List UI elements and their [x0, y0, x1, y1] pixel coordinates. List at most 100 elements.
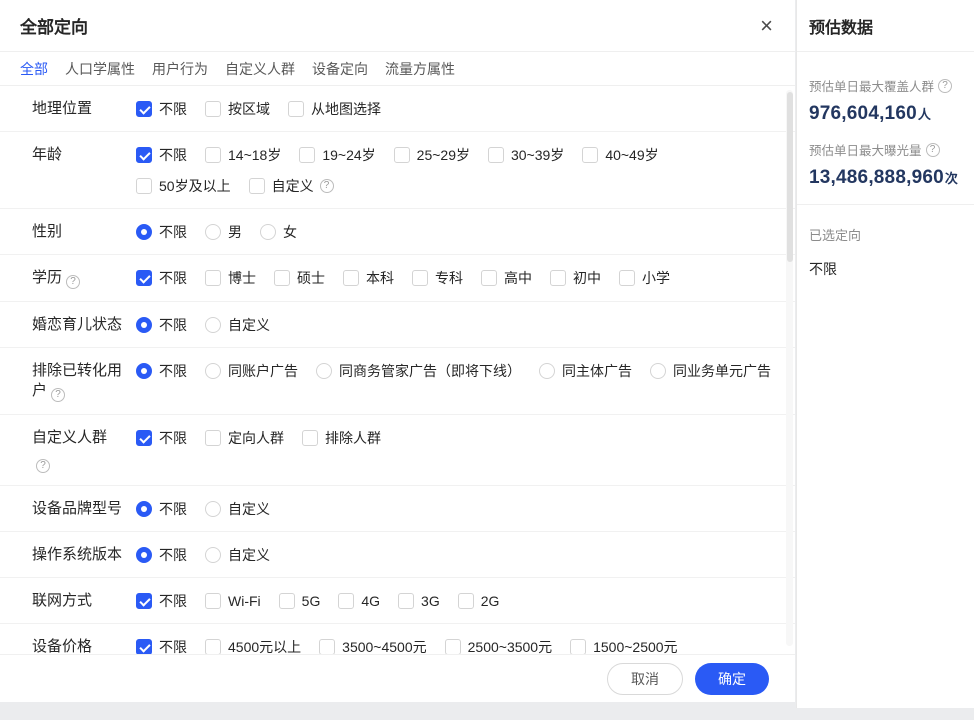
checkbox-control[interactable] [338, 593, 354, 609]
checkbox-option[interactable]: 4500元以上 [205, 637, 301, 654]
checkbox-control[interactable] [136, 178, 152, 194]
confirm-button[interactable]: 确定 [695, 663, 769, 695]
checkbox-control[interactable] [205, 101, 221, 117]
checkbox-option[interactable]: 2G [458, 591, 500, 611]
tab-all[interactable]: 全部 [20, 59, 48, 79]
checkbox-option[interactable]: 不限 [136, 268, 187, 288]
checkbox-option[interactable]: 14~18岁 [205, 145, 281, 165]
checkbox-control[interactable] [550, 270, 566, 286]
tab-custom-audience[interactable]: 自定义人群 [225, 59, 295, 79]
tab-device-targeting[interactable]: 设备定向 [312, 59, 368, 79]
checkbox-option[interactable]: 定向人群 [205, 428, 284, 448]
checkbox-option[interactable]: 小学 [619, 268, 670, 288]
help-icon[interactable]: ? [938, 79, 952, 93]
checkbox-option[interactable]: 25~29岁 [394, 145, 470, 165]
checkbox-control[interactable] [570, 639, 586, 654]
checkbox-control[interactable] [398, 593, 414, 609]
checkbox-control[interactable] [302, 430, 318, 446]
radio-option[interactable]: 男 [205, 222, 242, 242]
checkbox-control[interactable] [205, 147, 221, 163]
close-icon[interactable]: × [760, 15, 773, 37]
radio-control[interactable] [205, 224, 221, 240]
radio-control[interactable] [205, 501, 221, 517]
checkbox-control[interactable] [136, 639, 152, 654]
checkbox-control[interactable] [274, 270, 290, 286]
checkbox-control[interactable] [136, 430, 152, 446]
checkbox-option[interactable]: 不限 [136, 145, 187, 165]
checkbox-option[interactable]: 自定义? [249, 176, 334, 196]
radio-control[interactable] [205, 317, 221, 333]
checkbox-option[interactable]: 不限 [136, 591, 187, 611]
checkbox-control[interactable] [288, 101, 304, 117]
radio-option[interactable]: 同商务管家广告（即将下线） [316, 361, 521, 381]
checkbox-option[interactable]: 50岁及以上 [136, 176, 231, 196]
checkbox-option[interactable]: 博士 [205, 268, 256, 288]
radio-option[interactable]: 自定义 [205, 315, 270, 335]
checkbox-control[interactable] [205, 430, 221, 446]
checkbox-option[interactable]: 1500~2500元 [570, 637, 677, 654]
checkbox-control[interactable] [205, 639, 221, 654]
radio-option[interactable]: 同主体广告 [539, 361, 632, 381]
radio-option[interactable]: 不限 [136, 545, 187, 565]
checkbox-option[interactable]: 排除人群 [302, 428, 381, 448]
checkbox-option[interactable]: 从地图选择 [288, 99, 381, 119]
checkbox-control[interactable] [136, 270, 152, 286]
scrollbar-track[interactable] [786, 90, 793, 646]
checkbox-control[interactable] [394, 147, 410, 163]
radio-control[interactable] [260, 224, 276, 240]
radio-control[interactable] [205, 363, 221, 379]
checkbox-control[interactable] [412, 270, 428, 286]
checkbox-control[interactable] [619, 270, 635, 286]
cancel-button[interactable]: 取消 [607, 663, 683, 695]
radio-control[interactable] [205, 547, 221, 563]
help-icon[interactable]: ? [36, 459, 50, 473]
checkbox-option[interactable]: 19~24岁 [299, 145, 375, 165]
checkbox-option[interactable]: 4G [338, 591, 380, 611]
radio-option[interactable]: 不限 [136, 222, 187, 242]
radio-control[interactable] [136, 547, 152, 563]
checkbox-option[interactable]: 30~39岁 [488, 145, 564, 165]
checkbox-control[interactable] [136, 101, 152, 117]
checkbox-option[interactable]: 不限 [136, 428, 187, 448]
radio-control[interactable] [136, 363, 152, 379]
radio-control[interactable] [650, 363, 666, 379]
checkbox-option[interactable]: 40~49岁 [582, 145, 658, 165]
tab-demographics[interactable]: 人口学属性 [65, 59, 135, 79]
checkbox-control[interactable] [481, 270, 497, 286]
checkbox-option[interactable]: 本科 [343, 268, 394, 288]
radio-control[interactable] [136, 501, 152, 517]
checkbox-option[interactable]: 2500~3500元 [445, 637, 552, 654]
checkbox-option[interactable]: 3500~4500元 [319, 637, 426, 654]
checkbox-control[interactable] [299, 147, 315, 163]
radio-control[interactable] [136, 317, 152, 333]
checkbox-option[interactable]: 专科 [412, 268, 463, 288]
tab-traffic-attributes[interactable]: 流量方属性 [385, 59, 455, 79]
radio-option[interactable]: 不限 [136, 361, 187, 381]
tab-user-behavior[interactable]: 用户行为 [152, 59, 208, 79]
help-icon[interactable]: ? [320, 179, 334, 193]
checkbox-control[interactable] [136, 147, 152, 163]
radio-option[interactable]: 不限 [136, 499, 187, 519]
radio-option[interactable]: 同账户广告 [205, 361, 298, 381]
radio-option[interactable]: 同业务单元广告 [650, 361, 771, 381]
checkbox-option[interactable]: 不限 [136, 99, 187, 119]
checkbox-option[interactable]: 不限 [136, 637, 187, 654]
checkbox-option[interactable]: Wi-Fi [205, 591, 261, 611]
help-icon[interactable]: ? [66, 275, 80, 289]
radio-option[interactable]: 自定义 [205, 499, 270, 519]
checkbox-control[interactable] [582, 147, 598, 163]
radio-option[interactable]: 女 [260, 222, 297, 242]
checkbox-control[interactable] [319, 639, 335, 654]
checkbox-option[interactable]: 高中 [481, 268, 532, 288]
help-icon[interactable]: ? [51, 388, 65, 402]
radio-control[interactable] [136, 224, 152, 240]
checkbox-control[interactable] [458, 593, 474, 609]
checkbox-option[interactable]: 5G [279, 591, 321, 611]
checkbox-option[interactable]: 初中 [550, 268, 601, 288]
scrollbar-thumb[interactable] [787, 92, 793, 262]
checkbox-option[interactable]: 硕士 [274, 268, 325, 288]
checkbox-control[interactable] [205, 270, 221, 286]
radio-option[interactable]: 自定义 [205, 545, 270, 565]
checkbox-control[interactable] [136, 593, 152, 609]
checkbox-control[interactable] [279, 593, 295, 609]
